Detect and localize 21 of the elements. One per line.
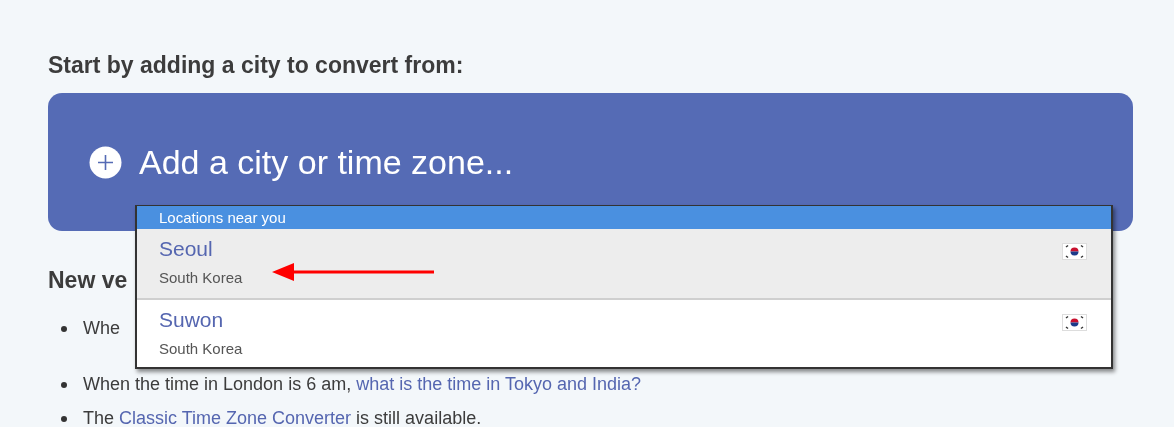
section-heading: New ve [48,266,128,295]
bullet-icon [61,381,67,388]
country-name: South Korea [159,340,243,357]
location-option[interactable]: Suwon South Korea [137,298,1111,367]
city-name: Seoul [159,236,214,262]
text-link[interactable]: Classic Time Zone Converter [119,408,352,427]
section-heading: Start by adding a city to convert from: [48,51,464,80]
location-option[interactable]: Seoul South Korea [137,229,1111,298]
plus-icon[interactable] [89,145,122,179]
bullet-text: When the time in London is 6 am, what is the time in Tokyo and India? [83,373,641,396]
bullet-icon [61,325,67,332]
city-name: Suwon [159,307,225,333]
bullet-text: Whe [83,317,120,340]
country-name: South Korea [159,269,243,286]
city-search-field[interactable]: Add a city or time zone... [139,142,739,182]
flag-icon [1062,314,1087,331]
text-link[interactable]: what is the time in Tokyo and India? [356,374,641,394]
flag-icon [1062,243,1087,260]
bullet-text: The Classic Time Zone Converter is still available. [83,407,482,427]
bullet-icon [61,415,67,422]
dropdown-header: Locations near you [137,206,1111,229]
